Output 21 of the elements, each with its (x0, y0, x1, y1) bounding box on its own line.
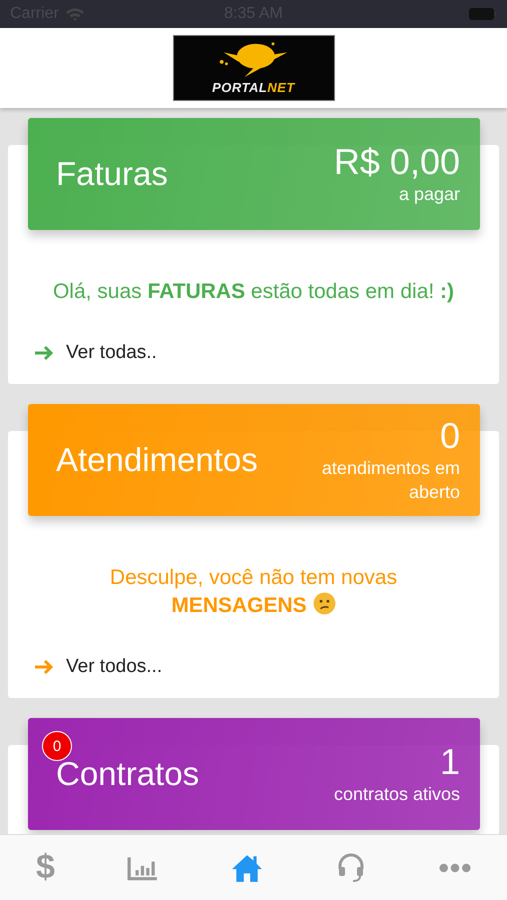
card-message: Olá, suas FATURAS estão todas em dia! :) (52, 279, 456, 305)
logo-wordmark: PORTALNET (212, 80, 295, 95)
notification-badge: 0 (42, 731, 72, 761)
wifi-icon (64, 7, 85, 21)
see-all-link[interactable]: Ver todas.. (34, 342, 157, 364)
card-header[interactable]: 0 Contratos 1 contratos ativos (28, 718, 480, 830)
arrow-icon (34, 659, 54, 675)
card-value: R$ 0,00 (334, 142, 460, 182)
card-value: 0 (440, 416, 460, 456)
card-caption: atendimentos em aberto (320, 457, 460, 504)
battery-icon (468, 8, 497, 20)
card-message: Desculpe, você não tem novas MENSAGENS (108, 565, 398, 619)
arrow-icon (34, 345, 54, 361)
card-title: Atendimentos (56, 441, 258, 478)
home-icon[interactable] (230, 852, 263, 882)
card-caption: contratos ativos (334, 783, 460, 806)
more-icon[interactable] (438, 862, 471, 872)
see-all-link[interactable]: Ver todos... (34, 656, 162, 678)
card-title: Faturas (56, 155, 168, 192)
card-caption: a pagar (398, 183, 460, 206)
card-value: 1 (440, 742, 460, 782)
